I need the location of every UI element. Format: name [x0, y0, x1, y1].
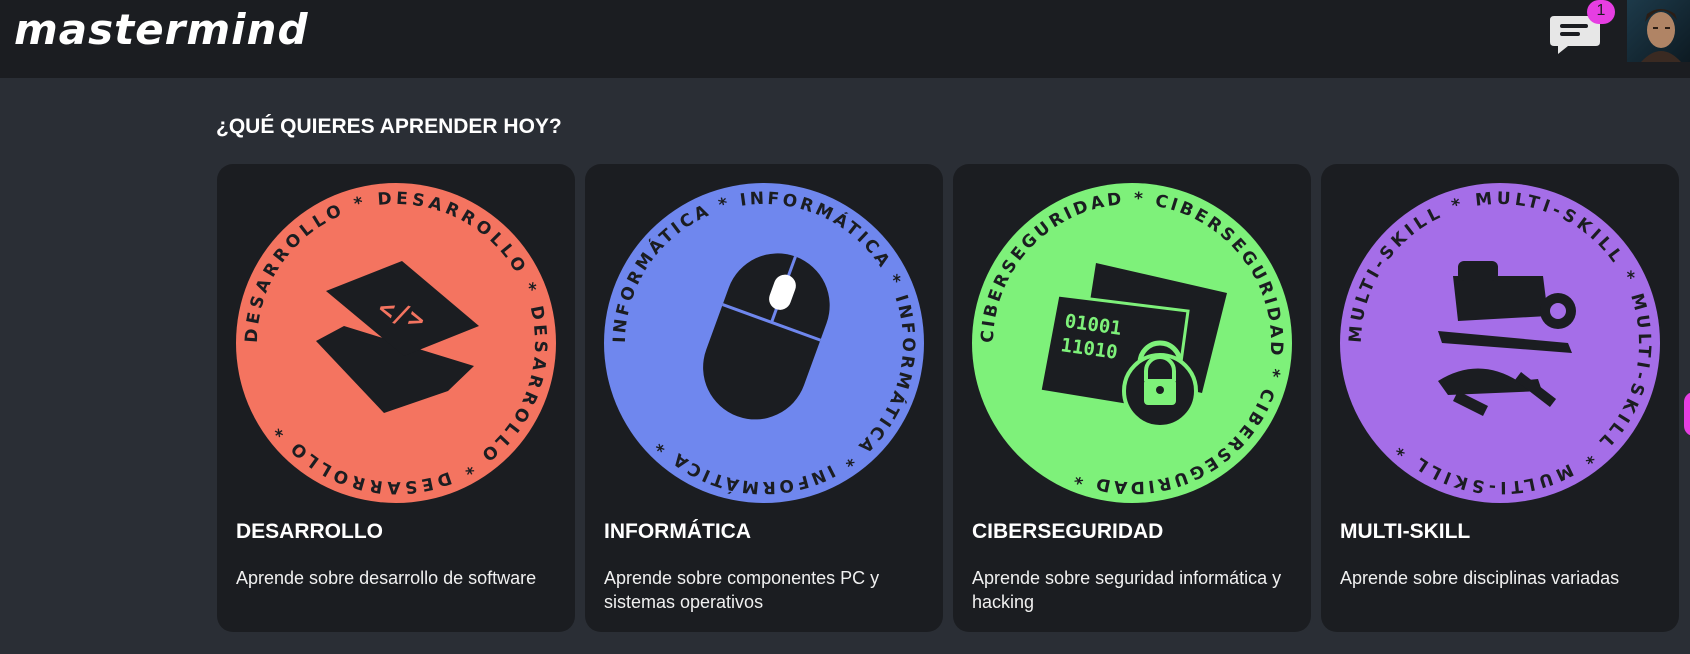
notification-badge: 1	[1587, 0, 1615, 24]
card-description: Aprende sobre seguridad informática y ha…	[972, 568, 1282, 612]
category-card-ciberseguridad[interactable]: CIBERSEGURIDAD * CIBERSEGURIDAD * CIBERS…	[953, 164, 1311, 632]
top-bar: mastermind 1	[0, 0, 1690, 78]
mastermind-logo[interactable]: mastermind	[14, 6, 309, 54]
user-avatar[interactable]	[1627, 0, 1690, 62]
card-title: CIBERSEGURIDAD	[972, 520, 1164, 543]
card-title: DESARROLLO	[236, 520, 383, 543]
scroll-next-indicator[interactable]	[1684, 392, 1690, 436]
card-description: Aprende sobre componentes PC y sistemas …	[604, 568, 880, 612]
card-description: Aprende sobre disciplinas variadas	[1340, 568, 1620, 588]
category-card-informatica[interactable]: INFORMÁTICA * INFORMÁTICA * INFORMÁTICA …	[585, 164, 943, 632]
multiskill-badge: MULTI-SKILL * MULTI-SKILL * MULTI-SKILL …	[1340, 183, 1660, 503]
category-card-desarrollo[interactable]: DESARROLLO * DESARROLLO * DESARROLLO * D…	[217, 164, 575, 632]
section-title: ¿QUÉ QUIERES APRENDER HOY?	[216, 115, 562, 138]
informatica-badge: INFORMÁTICA * INFORMÁTICA * INFORMÁTICA …	[604, 183, 924, 503]
ciberseguridad-badge: CIBERSEGURIDAD * CIBERSEGURIDAD * CIBERS…	[972, 183, 1292, 503]
card-title: MULTI-SKILL	[1340, 520, 1471, 543]
desarrollo-badge: DESARROLLO * DESARROLLO * DESARROLLO * D…	[236, 183, 556, 503]
category-card-multiskill[interactable]: MULTI-SKILL * MULTI-SKILL * MULTI-SKILL …	[1321, 164, 1679, 632]
card-description: Aprende sobre desarrollo de software	[236, 568, 537, 588]
card-title: INFORMÁTICA	[604, 520, 751, 543]
